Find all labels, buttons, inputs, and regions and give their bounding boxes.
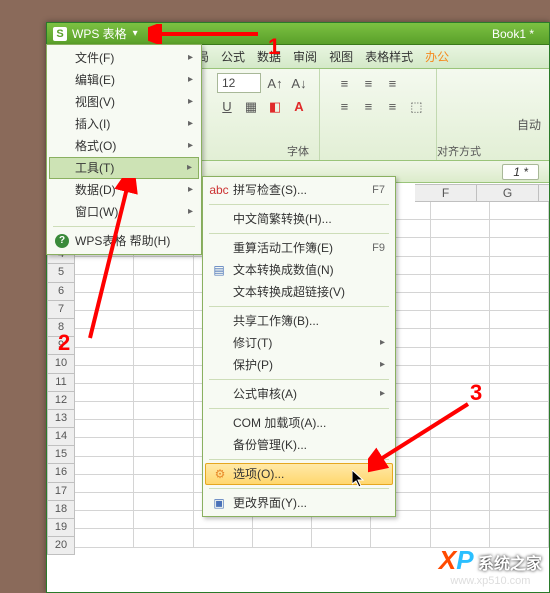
menu-separator [209,459,389,460]
annotation-arrow-1 [148,24,278,44]
submenu-arrow-icon: ▸ [188,53,193,63]
watermark: XP 系统之家 www.xp510.com [439,547,542,587]
align-top-icon[interactable]: ≡ [334,73,354,93]
decrease-font-icon[interactable]: A↓ [289,73,309,93]
skin-icon: ▣ [211,495,227,511]
row-header[interactable]: 13 [47,410,75,428]
submenu-arrow-icon: ▸ [188,75,193,85]
menu-format[interactable]: 格式(O)▸ [49,135,199,157]
column-headers: F G [415,184,549,202]
submenu-arrow-icon: ▸ [188,185,193,195]
row-header[interactable]: 11 [47,374,75,392]
menu-recalc[interactable]: 重算活动工作簿(E)F9 [205,237,393,259]
row-header[interactable]: 9 [47,337,75,355]
underline-icon[interactable]: U [217,96,237,116]
menu-com-addins[interactable]: COM 加载项(A)... [205,412,393,434]
row-header[interactable]: 14 [47,428,75,446]
mouse-cursor-icon [352,470,368,490]
row-header[interactable]: 5 [47,264,75,282]
spellcheck-icon: abc [211,182,227,198]
menu-separator [209,233,389,234]
tools-submenu: abc拼写检查(S)...F7 中文简繁转换(H)... 重算活动工作簿(E)F… [202,176,396,517]
annotation-arrow-2 [80,178,140,348]
titlebar: S WPS 表格 ▾ Book1 * [47,23,549,45]
annotation-arrow-3 [368,398,478,478]
row-header[interactable]: 16 [47,464,75,482]
border-icon[interactable]: ▦ [241,96,261,116]
fill-color-icon[interactable]: ◧ [265,96,285,116]
menu-file[interactable]: 文件(F)▸ [49,47,199,69]
submenu-arrow-icon: ▸ [188,141,193,151]
shortcut-label: F7 [372,185,385,196]
group-label-align: 对齐方式 [437,147,481,158]
row-header[interactable]: 7 [47,301,75,319]
merge-icon[interactable]: ⬚ [406,96,426,116]
row-header[interactable]: 6 [47,283,75,301]
row-header[interactable]: 17 [47,483,75,501]
app-title: WPS 表格 [72,28,127,40]
menu-separator [209,204,389,205]
submenu-arrow-icon: ▸ [188,119,193,129]
menu-formula-audit[interactable]: 公式审核(A)▸ [205,383,393,405]
tab-tablestyle[interactable]: 表格样式 [365,51,413,63]
row-headers: 3 4 5 6 7 8 9 10 11 12 13 14 15 16 17 18… [47,228,75,555]
document-name: Book1 * [492,25,534,43]
menu-chinese-convert[interactable]: 中文简繁转换(H)... [205,208,393,230]
auto-wrap-label[interactable]: 自动 [517,119,541,131]
align-bot-icon[interactable]: ≡ [382,73,402,93]
menu-text2num[interactable]: ▤文本转换成数值(N) [205,259,393,281]
align-center-icon[interactable]: ≡ [358,96,378,116]
submenu-arrow-icon: ▸ [188,97,193,107]
menu-edit[interactable]: 编辑(E)▸ [49,69,199,91]
submenu-arrow-icon: ▸ [188,207,193,217]
font-color-icon[interactable]: A [289,96,309,116]
chevron-down-icon[interactable]: ▾ [133,28,138,39]
app-logo-icon: S [53,27,67,41]
menu-insert[interactable]: 插入(I)▸ [49,113,199,135]
menu-revision[interactable]: 修订(T)▸ [205,332,393,354]
gear-icon: ⚙ [212,466,228,482]
menu-tools[interactable]: 工具(T)▸ [49,157,199,179]
menu-separator [209,379,389,380]
align-right-icon[interactable]: ≡ [382,96,402,116]
tab-formula[interactable]: 公式 [221,51,245,63]
tab-office[interactable]: 办公 [425,51,449,63]
menu-spellcheck[interactable]: abc拼写检查(S)...F7 [205,179,393,201]
menu-protect[interactable]: 保护(P)▸ [205,354,393,376]
row-header[interactable]: 8 [47,319,75,337]
menu-share[interactable]: 共享工作簿(B)... [205,310,393,332]
font-size-combo[interactable]: 12 [217,73,261,93]
menu-text2link[interactable]: 文本转换成超链接(V) [205,281,393,303]
menu-separator [209,306,389,307]
menu-change-skin[interactable]: ▣更改界面(Y)... [205,492,393,514]
menu-backup[interactable]: 备份管理(K)... [205,434,393,456]
align-left-icon[interactable]: ≡ [334,96,354,116]
doc-tab[interactable]: 1 * [502,164,539,180]
menu-separator [209,408,389,409]
increase-font-icon[interactable]: A↑ [265,73,285,93]
shortcut-label: F9 [372,243,385,254]
watermark-url: www.xp510.com [439,576,542,587]
row-header[interactable]: 20 [47,537,75,555]
col-header[interactable]: F [415,185,477,201]
row-header[interactable]: 10 [47,355,75,373]
col-header[interactable]: G [477,185,539,201]
help-icon: ? [55,234,69,248]
tab-review[interactable]: 审阅 [293,51,317,63]
group-label-font: 字体 [287,147,309,158]
submenu-arrow-icon: ▸ [380,338,385,348]
row-header[interactable]: 18 [47,501,75,519]
submenu-arrow-icon: ▸ [187,163,192,173]
row-header[interactable]: 12 [47,392,75,410]
row-header[interactable]: 19 [47,519,75,537]
align-mid-icon[interactable]: ≡ [358,73,378,93]
row-header[interactable]: 15 [47,446,75,464]
document-icon: ▤ [211,262,227,278]
tab-data[interactable]: 数据 [257,51,281,63]
submenu-arrow-icon: ▸ [380,360,385,370]
menu-view[interactable]: 视图(V)▸ [49,91,199,113]
ribbon-group-align: ≡ ≡ ≡ ≡ ≡ ≡ ⬚ [324,69,437,160]
tab-view[interactable]: 视图 [329,51,353,63]
